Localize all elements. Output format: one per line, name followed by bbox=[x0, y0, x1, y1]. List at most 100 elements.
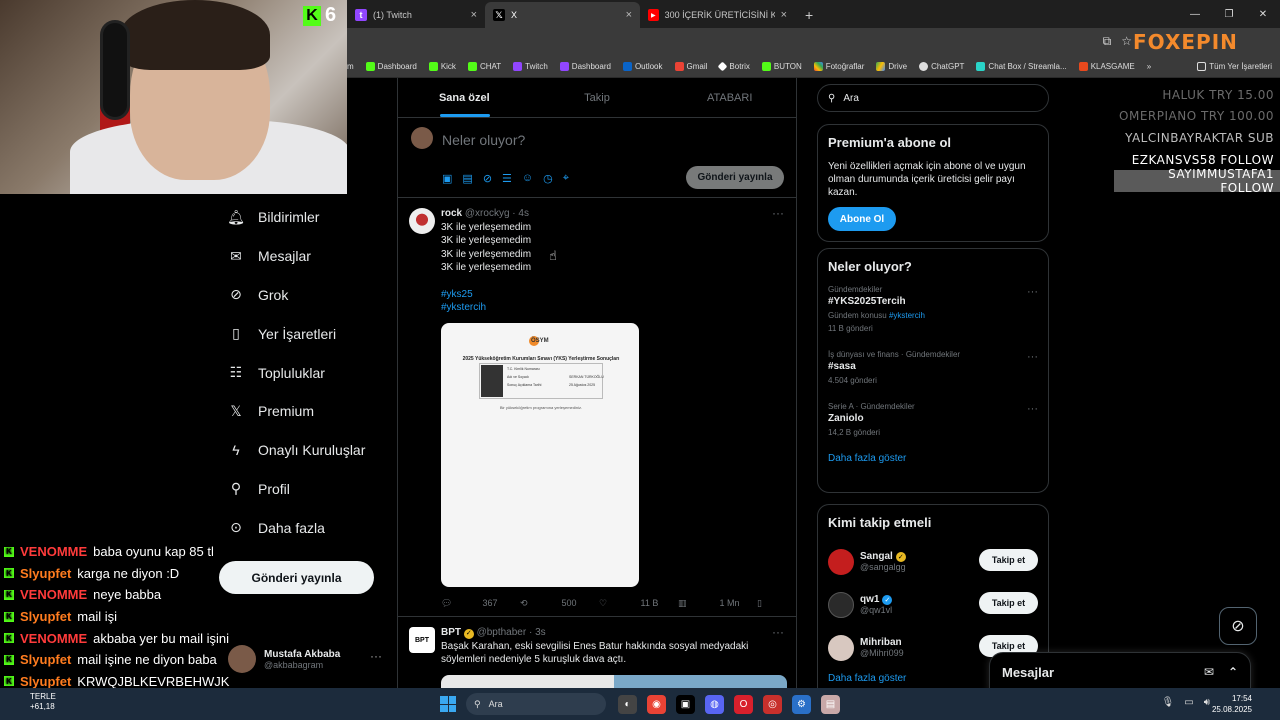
schedule-icon[interactable]: ◷ bbox=[543, 172, 553, 185]
new-tab-button[interactable]: + bbox=[795, 2, 823, 28]
poll-icon[interactable]: ☰ bbox=[502, 172, 512, 185]
bookmarks-overflow-button[interactable]: » bbox=[1141, 62, 1157, 71]
expand-icon[interactable]: ⌃ bbox=[1228, 665, 1238, 679]
minimize-icon[interactable]: — bbox=[1178, 0, 1212, 28]
bookmark-item[interactable]: Kick bbox=[423, 62, 462, 71]
close-window-icon[interactable]: ✕ bbox=[1246, 0, 1280, 28]
bookmark-partial[interactable]: m bbox=[347, 62, 360, 71]
tab-for-you[interactable]: Sana özel bbox=[398, 78, 531, 117]
bookmark-item[interactable]: ChatGPT bbox=[913, 62, 970, 71]
subscribe-button[interactable]: Abone Ol bbox=[828, 207, 896, 231]
follow-button[interactable]: Takip et bbox=[979, 592, 1038, 614]
opera-icon[interactable]: O bbox=[734, 695, 753, 714]
trend-item[interactable]: İş dünyası ve finans · Gündemdekiler #sa… bbox=[828, 349, 1038, 387]
nav-item-notifications[interactable]: 🔔︎ Bildirimler bbox=[220, 198, 400, 237]
nav-item-verified-orgs[interactable]: ϟ Onaylı Kuruluşlar bbox=[220, 431, 400, 470]
tab-atabari[interactable]: ATABARI bbox=[663, 78, 796, 117]
close-icon[interactable]: × bbox=[626, 9, 632, 21]
restore-icon[interactable]: ❐ bbox=[1212, 0, 1246, 28]
new-message-icon[interactable]: ✉ bbox=[1204, 665, 1214, 679]
steam-icon[interactable]: ⚙ bbox=[792, 695, 811, 714]
emoji-icon[interactable]: ☺ bbox=[522, 172, 533, 185]
gif-icon[interactable]: ▤ bbox=[462, 172, 472, 185]
network-icon[interactable]: ▭ bbox=[1184, 697, 1193, 708]
volume-icon[interactable]: 🔊︎ bbox=[1204, 697, 1210, 708]
tab-youtube[interactable]: ▶ 300 İÇERİK ÜRETİCİSİNİ KANDI × bbox=[640, 2, 795, 28]
weather-widget[interactable]: TERLE +61,18 bbox=[30, 692, 56, 712]
tab-x[interactable]: 𝕏 X × bbox=[485, 2, 640, 28]
bookmark-item[interactable]: KLASGAME bbox=[1073, 62, 1141, 71]
discord-icon[interactable]: ◍ bbox=[705, 695, 724, 714]
nav-item-premium[interactable]: 𝕏 Premium bbox=[220, 392, 400, 431]
bookmark-item[interactable]: Outlook bbox=[617, 62, 669, 71]
chat-username[interactable]: Slyupfet bbox=[20, 609, 71, 624]
bookmark-item[interactable]: Botrix bbox=[713, 61, 755, 72]
hashtag[interactable]: #ykstercih bbox=[441, 301, 784, 315]
image-icon[interactable]: ▣ bbox=[442, 172, 452, 185]
avatar[interactable] bbox=[828, 634, 854, 661]
tweet[interactable]: BPT ··· BPT ✓ @bpthaber · 3s Başak Karah… bbox=[398, 617, 796, 696]
like-button[interactable]: ♡ 11 B bbox=[599, 597, 678, 611]
bookmark-item[interactable]: BUTON bbox=[756, 62, 808, 71]
messages-drawer[interactable]: Mesajlar ✉ ⌃ bbox=[989, 652, 1251, 692]
app-icon[interactable]: ▣ bbox=[676, 695, 695, 714]
compose-input[interactable]: Neler oluyor? bbox=[442, 132, 525, 148]
follow-button[interactable]: Takip et bbox=[979, 549, 1038, 571]
bookmark-item[interactable]: Twitch bbox=[507, 62, 554, 71]
tweet[interactable]: ··· rock @xrockyg · 4s 3K ile yerleşemed… bbox=[398, 198, 856, 617]
grok-icon[interactable]: ⊘ bbox=[483, 172, 492, 185]
bookmark-item[interactable]: Drive bbox=[870, 62, 913, 71]
nav-item-profile[interactable]: ⚲ Profil bbox=[220, 470, 400, 509]
app-icon[interactable]: ▤ bbox=[821, 695, 840, 714]
more-icon[interactable]: ··· bbox=[1027, 403, 1038, 415]
microphone-icon[interactable]: 🎙︎ bbox=[1162, 697, 1175, 708]
reply-button[interactable]: 💬︎ 367 bbox=[441, 597, 520, 611]
bookmark-item[interactable]: Dashboard bbox=[554, 62, 617, 71]
nav-item-communities[interactable]: ☷ Topluluklar bbox=[220, 353, 400, 392]
tweet-handle[interactable]: @bpthaber bbox=[477, 627, 527, 638]
more-icon[interactable]: ··· bbox=[772, 206, 784, 220]
install-app-icon[interactable]: ⧉ bbox=[1103, 34, 1112, 49]
more-icon[interactable]: ··· bbox=[772, 625, 784, 639]
bookmark-item[interactable]: Chat Box / Streamla... bbox=[970, 62, 1072, 71]
bookmark-item[interactable]: CHAT bbox=[462, 62, 507, 71]
chat-username[interactable]: Slyupfet bbox=[20, 674, 71, 689]
star-icon[interactable]: ☆ bbox=[1121, 34, 1132, 49]
views-button[interactable]: ▥ 1 Mn bbox=[678, 597, 757, 611]
more-icon[interactable]: ··· bbox=[1027, 286, 1038, 298]
tweet-handle[interactable]: @xrockyg bbox=[465, 208, 510, 219]
hashtag[interactable]: #yks25 bbox=[441, 288, 784, 302]
taskbar-search[interactable]: ⚲ Ara bbox=[466, 693, 606, 715]
search-input[interactable]: ⚲ Ara bbox=[817, 84, 1049, 112]
more-icon[interactable]: ··· bbox=[1027, 351, 1038, 363]
chat-username[interactable]: VENOMME bbox=[20, 587, 87, 602]
avatar[interactable]: BPT bbox=[409, 627, 435, 653]
tweet-author[interactable]: rock bbox=[441, 208, 462, 219]
location-icon[interactable]: ⌖ bbox=[563, 172, 569, 185]
grok-button[interactable]: ⊘ bbox=[1219, 607, 1257, 645]
chrome-icon[interactable]: ◉ bbox=[647, 695, 666, 714]
show-more-link[interactable]: Daha fazla göster bbox=[828, 453, 1038, 464]
nav-item-messages[interactable]: ✉ Mesajlar bbox=[220, 237, 400, 276]
follow-suggestion[interactable]: Sangal ✓ @sangalgg Takip et bbox=[828, 540, 1038, 583]
close-icon[interactable]: × bbox=[471, 9, 477, 21]
compose-post-button[interactable]: Gönderi yayınla bbox=[686, 166, 784, 189]
nav-item-bookmarks[interactable]: ▯ Yer İşaretleri bbox=[220, 314, 400, 353]
tweet-media[interactable]: ÖSYM 2025 Yükseköğretim Kurumları Sınavı… bbox=[441, 322, 639, 587]
repost-button[interactable]: ⟲ 500 bbox=[520, 597, 599, 611]
chat-username[interactable]: Slyupfet bbox=[20, 566, 71, 581]
chat-username[interactable]: VENOMME bbox=[20, 631, 87, 646]
more-icon[interactable]: ··· bbox=[370, 649, 382, 663]
bookmark-item[interactable]: Gmail bbox=[669, 62, 714, 71]
app-icon[interactable]: ◐ bbox=[618, 695, 637, 714]
bookmark-item[interactable]: Fotoğraflar bbox=[808, 62, 871, 71]
avatar[interactable] bbox=[409, 208, 435, 234]
tab-following[interactable]: Takip bbox=[531, 78, 664, 117]
close-icon[interactable]: × bbox=[781, 9, 787, 21]
chat-username[interactable]: VENOMME bbox=[20, 544, 87, 559]
follow-suggestion[interactable]: qw1 ✓ @qw1vl Takip et bbox=[828, 583, 1038, 626]
avatar[interactable] bbox=[828, 548, 854, 575]
app-icon[interactable]: ◎ bbox=[763, 695, 782, 714]
nav-item-grok[interactable]: ⊘ Grok bbox=[220, 276, 400, 315]
trend-item[interactable]: Serie A · Gündemdekiler Zaniolo 14,2 B g… bbox=[828, 401, 1038, 439]
